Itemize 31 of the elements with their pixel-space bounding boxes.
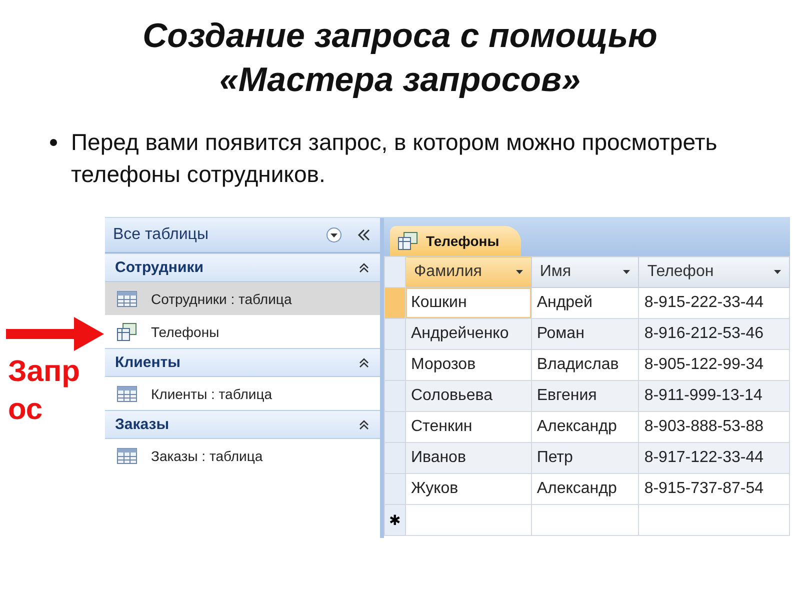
nav-item[interactable]: Сотрудники : таблица xyxy=(105,282,380,315)
caret-icon[interactable] xyxy=(774,270,781,274)
column-header[interactable]: Телефон xyxy=(638,256,790,288)
new-row-marker: ✱ xyxy=(384,504,406,536)
table-icon xyxy=(117,448,137,464)
collapse-chevron-icon[interactable] xyxy=(358,262,370,274)
nav-group-header[interactable]: Сотрудники xyxy=(105,253,380,282)
group-name: Заказы xyxy=(115,416,170,433)
collapse-icon[interactable] xyxy=(356,228,372,242)
document-tab[interactable]: Телефоны xyxy=(390,226,522,256)
bullet-icon xyxy=(50,139,57,146)
table-icon xyxy=(117,290,137,306)
collapse-chevron-icon[interactable] xyxy=(358,418,370,430)
caret-icon[interactable] xyxy=(623,270,630,274)
slide-title: Создание запроса с помощью «Мастера запросов» xyxy=(142,16,658,101)
table-icon xyxy=(117,386,137,402)
column-header[interactable]: Фамилия xyxy=(406,256,532,288)
column-header[interactable]: Имя xyxy=(531,256,639,288)
nav-group-header[interactable]: Заказы xyxy=(105,410,380,439)
table-cell: Кошкин xyxy=(406,288,532,318)
caret-icon[interactable] xyxy=(516,270,523,274)
nav-group-header[interactable]: Клиенты xyxy=(105,348,380,377)
dropdown-icon[interactable] xyxy=(326,227,342,243)
query-icon xyxy=(398,232,418,250)
arrow-icon xyxy=(6,317,104,351)
group-name: Клиенты xyxy=(115,354,182,371)
bullet-text: Перед вами появится запрос, в котором можно просмотреть телефоны сотрудников. xyxy=(71,128,718,189)
collapse-chevron-icon[interactable] xyxy=(358,356,370,368)
query-icon xyxy=(117,322,137,340)
callout-label: Запрос xyxy=(8,354,81,428)
group-name: Сотрудники xyxy=(115,259,204,276)
